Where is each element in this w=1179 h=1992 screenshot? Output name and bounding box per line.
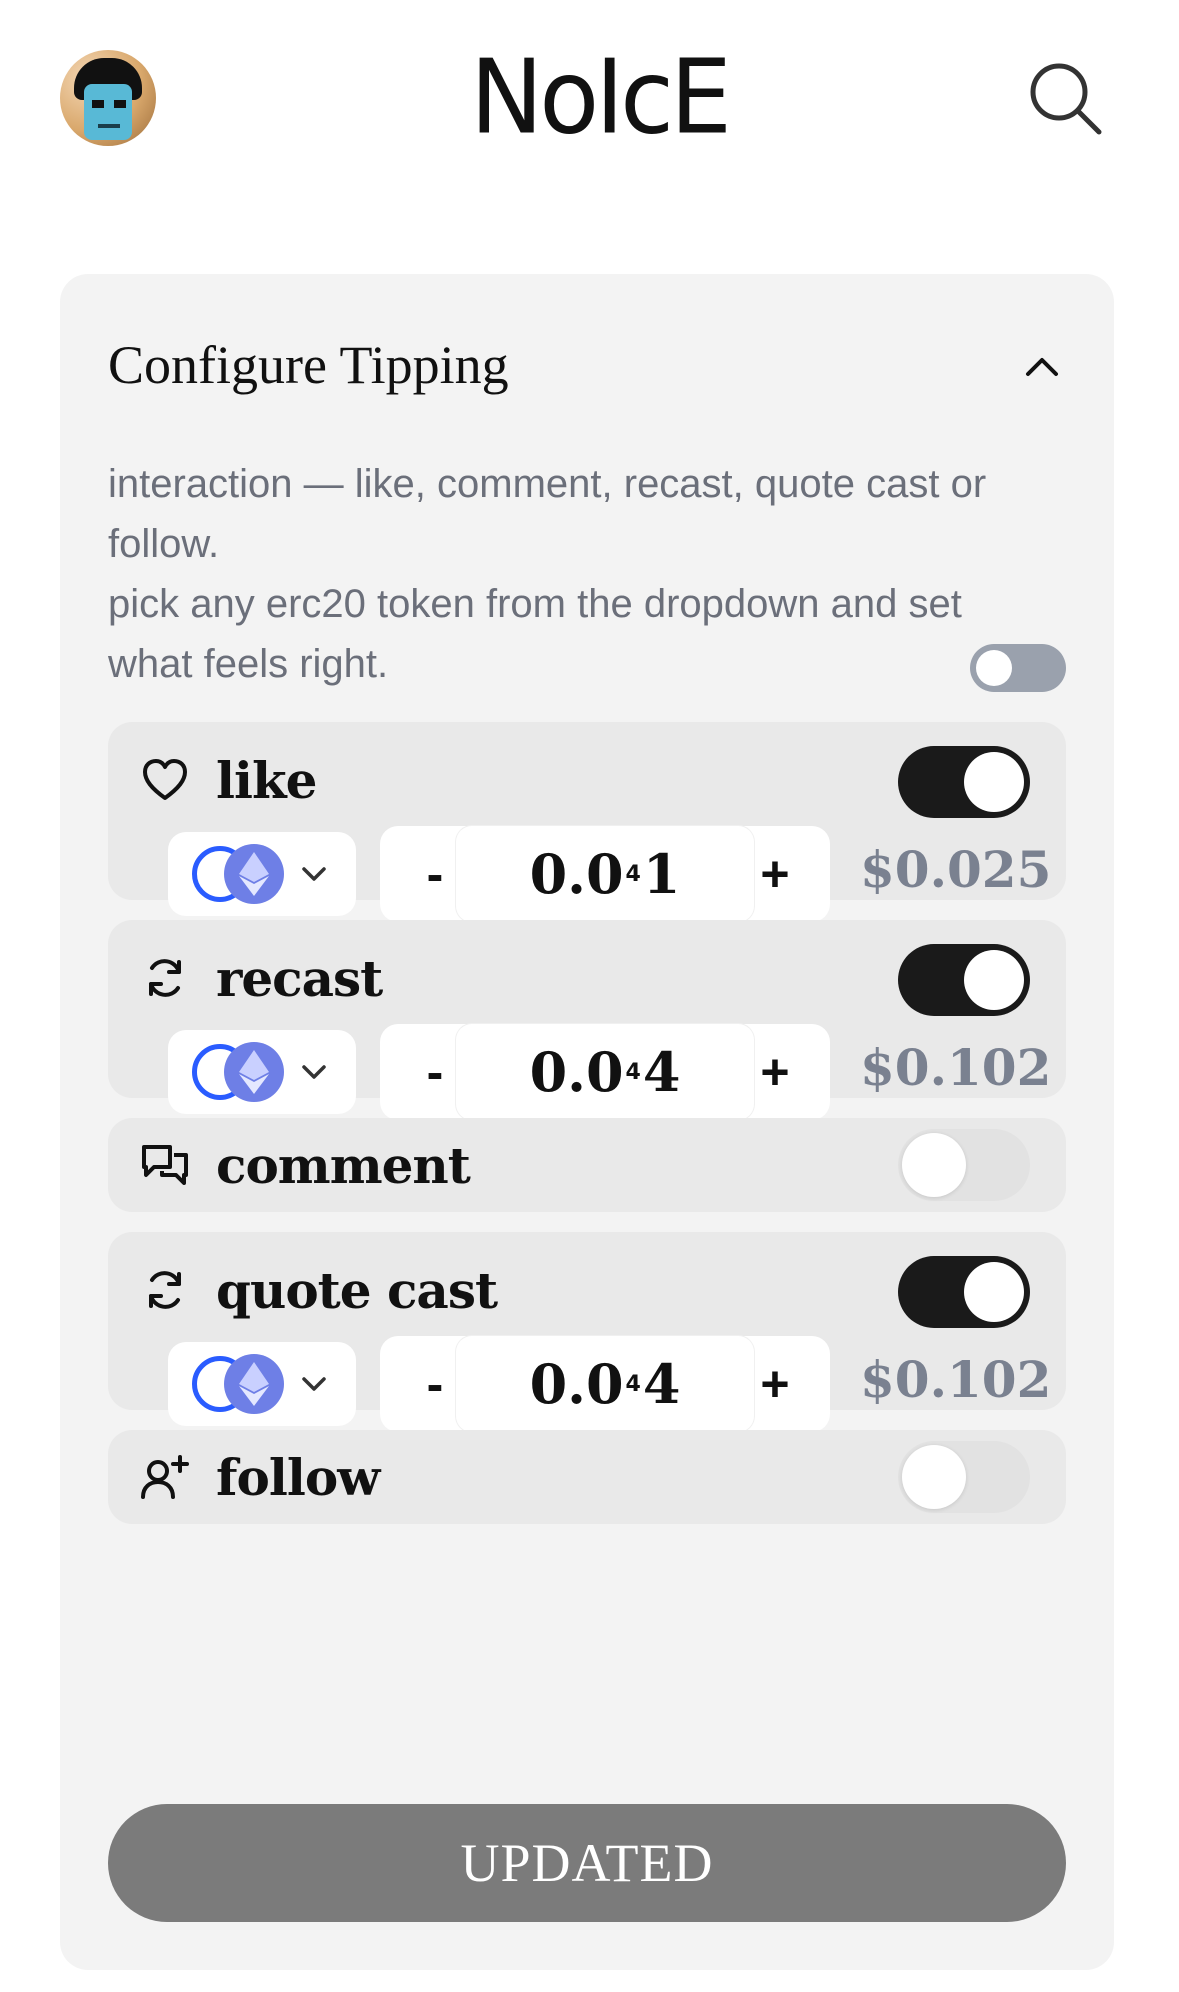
refresh-icon xyxy=(138,951,192,1005)
collapse-button[interactable] xyxy=(1020,344,1064,388)
avatar-face xyxy=(84,84,132,140)
recast-toggle[interactable] xyxy=(898,944,1030,1016)
tip-controls: - + 0.0 4 4 $0.102 xyxy=(168,1024,1051,1126)
heart-icon xyxy=(138,753,192,807)
amount-suffix: 4 xyxy=(642,1040,681,1104)
amount-stepper: - + 0.0 4 4 xyxy=(380,1024,830,1120)
toggle-knob xyxy=(964,1262,1024,1322)
chat-bubbles-icon xyxy=(138,1138,192,1192)
toggle-knob xyxy=(902,1445,966,1509)
row-label: comment xyxy=(216,1135,471,1195)
row-header: comment xyxy=(138,1135,471,1195)
tip-row-recast: recast - + 0.0 4 4 $0.102 xyxy=(108,920,1066,1120)
app-logo[interactable]: NoIcE xyxy=(470,35,732,161)
chevron-down-icon xyxy=(302,867,326,881)
row-label: like xyxy=(216,750,317,810)
row-header: quote cast xyxy=(138,1260,498,1320)
avatar-eye xyxy=(114,100,126,108)
usd-value: $0.025 xyxy=(860,840,1052,899)
amount-prefix: 0.0 xyxy=(529,1352,624,1416)
amount-suffix: 4 xyxy=(642,1352,681,1416)
tip-row-quote-cast: quote cast - + 0.0 4 4 $0.102 xyxy=(108,1232,1066,1432)
toggle-knob xyxy=(964,752,1024,812)
row-label: recast xyxy=(216,948,383,1008)
description: interaction — like, comment, recast, quo… xyxy=(108,454,988,694)
usd-value: $0.102 xyxy=(860,1350,1052,1409)
quote-cast-toggle[interactable] xyxy=(898,1256,1030,1328)
row-label: follow xyxy=(216,1447,380,1507)
amount-input[interactable]: 0.0 4 4 xyxy=(456,1336,754,1432)
user-plus-icon xyxy=(138,1450,192,1504)
master-toggle[interactable] xyxy=(970,644,1066,692)
toggle-knob xyxy=(976,650,1012,686)
tip-controls: - + 0.0 4 1 $0.025 xyxy=(168,826,1051,928)
token-dropdown[interactable] xyxy=(168,832,356,916)
card-title: Configure Tipping xyxy=(108,335,509,395)
configure-tipping-card: Configure Tipping interaction — like, co… xyxy=(60,274,1114,1970)
description-line: pick any erc20 token from the dropdown a… xyxy=(108,582,962,686)
toggle-knob xyxy=(902,1133,966,1197)
chevron-down-icon xyxy=(302,1377,326,1391)
avatar-mouth xyxy=(98,124,120,128)
comment-toggle[interactable] xyxy=(898,1129,1030,1201)
token-dropdown[interactable] xyxy=(168,1030,356,1114)
amount-stepper: - + 0.0 4 4 xyxy=(380,1336,830,1432)
eth-icon xyxy=(224,1042,284,1102)
search-icon xyxy=(1030,63,1102,135)
amount-zero-count: 4 xyxy=(625,861,641,887)
row-header: recast xyxy=(138,948,383,1008)
update-button[interactable]: UPDATED xyxy=(108,1804,1066,1922)
amount-input[interactable]: 0.0 4 1 xyxy=(456,826,754,922)
like-toggle[interactable] xyxy=(898,746,1030,818)
amount-suffix: 1 xyxy=(642,842,681,906)
row-header: follow xyxy=(138,1447,380,1507)
token-dropdown[interactable] xyxy=(168,1342,356,1426)
chevron-up-icon xyxy=(1026,358,1058,376)
eth-icon xyxy=(224,844,284,904)
amount-prefix: 0.0 xyxy=(529,842,624,906)
tip-row-follow: follow xyxy=(108,1430,1066,1524)
amount-zero-count: 4 xyxy=(625,1371,641,1397)
avatar[interactable] xyxy=(60,50,156,146)
tip-row-like: like - + 0.0 4 1 $0.025 xyxy=(108,722,1066,922)
row-label: quote cast xyxy=(216,1260,498,1320)
amount-zero-count: 4 xyxy=(625,1059,641,1085)
amount-input[interactable]: 0.0 4 4 xyxy=(456,1024,754,1120)
tip-row-comment: comment xyxy=(108,1118,1066,1212)
amount-stepper: - + 0.0 4 1 xyxy=(380,826,830,922)
avatar-eye xyxy=(92,100,104,108)
refresh-icon xyxy=(138,1263,192,1317)
usd-value: $0.102 xyxy=(860,1038,1052,1097)
eth-icon xyxy=(224,1354,284,1414)
amount-prefix: 0.0 xyxy=(529,1040,624,1104)
description-line: interaction — like, comment, recast, quo… xyxy=(108,462,987,566)
toggle-knob xyxy=(964,950,1024,1010)
chevron-down-icon xyxy=(302,1065,326,1079)
tip-controls: - + 0.0 4 4 $0.102 xyxy=(168,1336,1051,1438)
row-header: like xyxy=(138,750,317,810)
follow-toggle[interactable] xyxy=(898,1441,1030,1513)
search-button[interactable] xyxy=(1025,58,1105,138)
app-header: NoIcE xyxy=(0,0,1179,200)
